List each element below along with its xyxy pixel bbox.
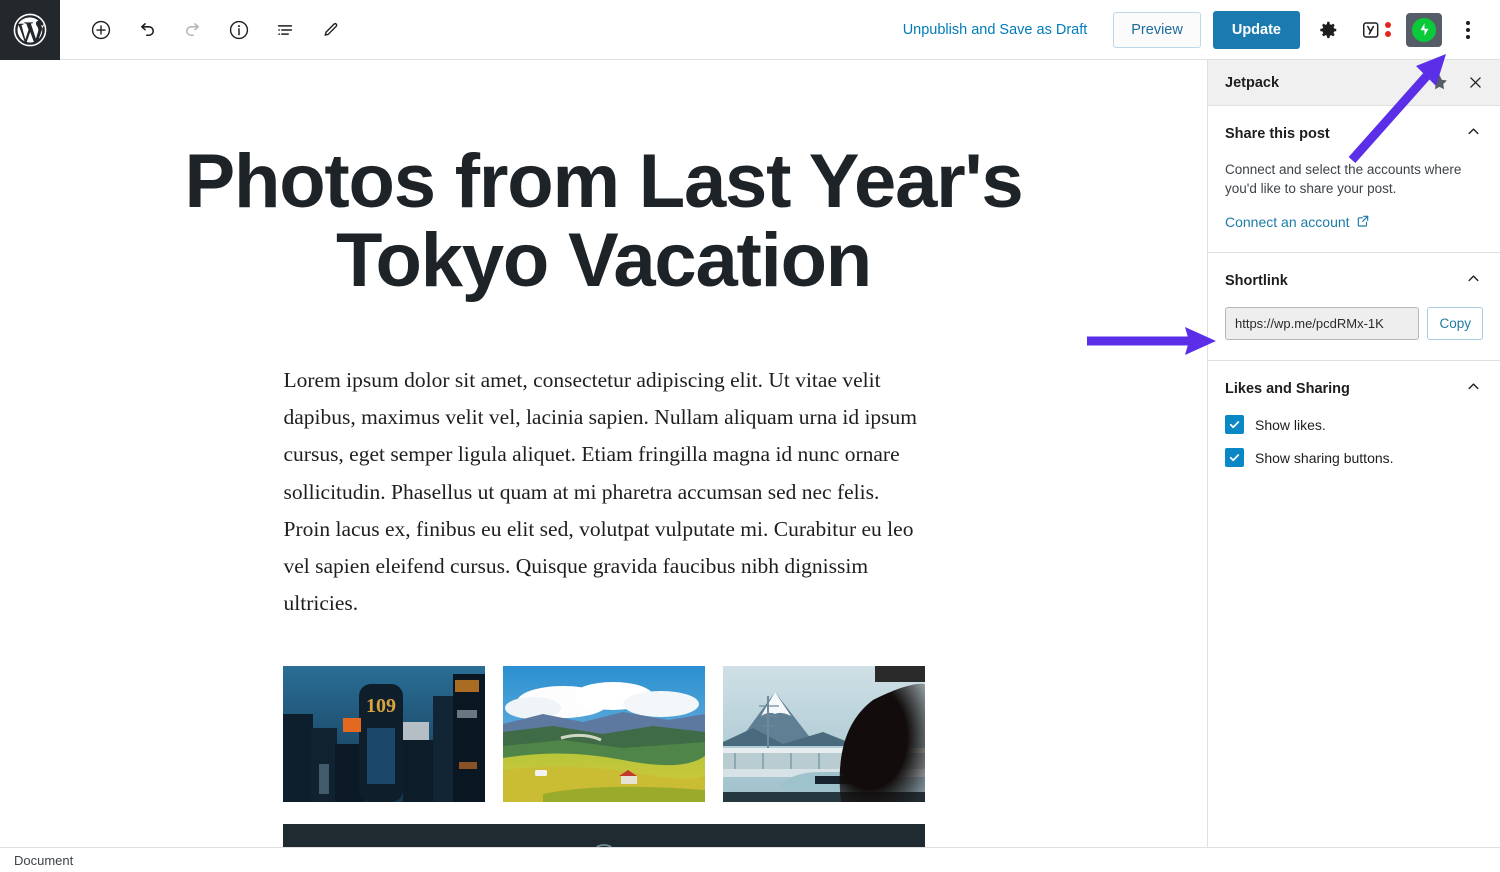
sidebar-header: Jetpack	[1208, 60, 1500, 106]
document-breadcrumb[interactable]: Document	[14, 853, 73, 868]
gallery-block: 109	[282, 666, 925, 803]
sidebar-title: Jetpack	[1225, 74, 1280, 91]
jetpack-sidebar: Jetpack Share this post Connect and sele…	[1207, 60, 1500, 847]
show-likes-checkbox[interactable]: Show likes.	[1225, 415, 1483, 435]
unpublish-save-draft-button[interactable]: Unpublish and Save as Draft	[893, 16, 1098, 44]
chevron-up-icon[interactable]	[1464, 122, 1483, 146]
share-this-post-description: Connect and select the accounts where yo…	[1225, 162, 1462, 197]
section-share-this-post: Share this post Connect and select the a…	[1208, 106, 1500, 254]
editor-canvas: Photos from Last Year's Tokyo Vacation L…	[0, 60, 1207, 847]
jetpack-bolt-icon	[1412, 17, 1436, 42]
toolbar-tools	[82, 11, 350, 49]
jetpack-sidebar-toggle-button[interactable]	[1406, 12, 1442, 47]
close-icon[interactable]	[1465, 72, 1486, 93]
copy-shortlink-button[interactable]: Copy	[1427, 307, 1483, 341]
share-this-post-title: Share this post	[1225, 126, 1330, 142]
gallery-image-shibuya-109[interactable]: 109	[282, 666, 485, 803]
preview-button[interactable]: Preview	[1113, 11, 1201, 48]
section-shortlink: Shortlink Copy	[1208, 253, 1500, 362]
shortlink-title: Shortlink	[1225, 273, 1288, 290]
shortlink-input[interactable]	[1225, 307, 1420, 341]
edit-mode-button[interactable]	[312, 11, 350, 49]
settings-gear-icon[interactable]	[1308, 10, 1348, 50]
likes-and-sharing-title: Likes and Sharing	[1225, 381, 1350, 398]
undo-button[interactable]	[128, 11, 166, 49]
post-paragraph-block[interactable]: Lorem ipsum dolor sit amet, consectetur …	[284, 362, 924, 622]
likes-and-sharing-header[interactable]: Likes and Sharing	[1225, 377, 1483, 401]
add-block-button[interactable]	[82, 11, 120, 49]
yoast-notification-dots	[1385, 22, 1391, 37]
update-button[interactable]: Update	[1212, 10, 1300, 49]
connect-an-account-link[interactable]: Connect an account	[1225, 214, 1370, 231]
redo-button[interactable]	[174, 11, 212, 49]
list-view-button[interactable]	[266, 11, 304, 49]
gallery-image-countryside[interactable]	[502, 666, 705, 803]
yoast-seo-icon[interactable]	[1356, 10, 1396, 50]
video-placeholder-icon	[595, 844, 612, 847]
status-bar: Document	[0, 847, 1500, 872]
svg-text:109: 109	[366, 695, 396, 717]
wordpress-logo-icon[interactable]	[0, 0, 60, 60]
post-title[interactable]: Photos from Last Year's Tokyo Vacation	[134, 142, 1074, 300]
gallery-image-mount-fuji[interactable]	[722, 666, 925, 803]
star-icon[interactable]	[1428, 71, 1451, 94]
details-button[interactable]	[220, 11, 258, 49]
connect-an-account-label: Connect an account	[1225, 214, 1350, 231]
shortlink-header[interactable]: Shortlink	[1225, 269, 1483, 293]
show-sharing-buttons-checkbox[interactable]: Show sharing buttons.	[1225, 448, 1483, 468]
video-block[interactable]	[282, 824, 925, 847]
show-likes-label: Show likes.	[1255, 416, 1326, 433]
toolbar-actions: Unpublish and Save as Draft Preview Upda…	[893, 10, 1500, 50]
chevron-up-icon[interactable]	[1464, 269, 1483, 293]
external-link-icon	[1356, 214, 1370, 231]
section-likes-and-sharing: Likes and Sharing Show likes. Show shari…	[1208, 361, 1500, 487]
checkbox-checked-icon	[1225, 415, 1244, 435]
checkbox-checked-icon	[1225, 448, 1244, 468]
share-this-post-header[interactable]: Share this post	[1225, 122, 1483, 146]
more-options-kebab-icon[interactable]	[1448, 10, 1488, 50]
wordpress-block-editor: Unpublish and Save as Draft Preview Upda…	[0, 0, 1500, 872]
editor-toolbar: Unpublish and Save as Draft Preview Upda…	[0, 0, 1500, 60]
chevron-up-icon[interactable]	[1464, 377, 1483, 401]
show-sharing-buttons-label: Show sharing buttons.	[1255, 449, 1394, 466]
